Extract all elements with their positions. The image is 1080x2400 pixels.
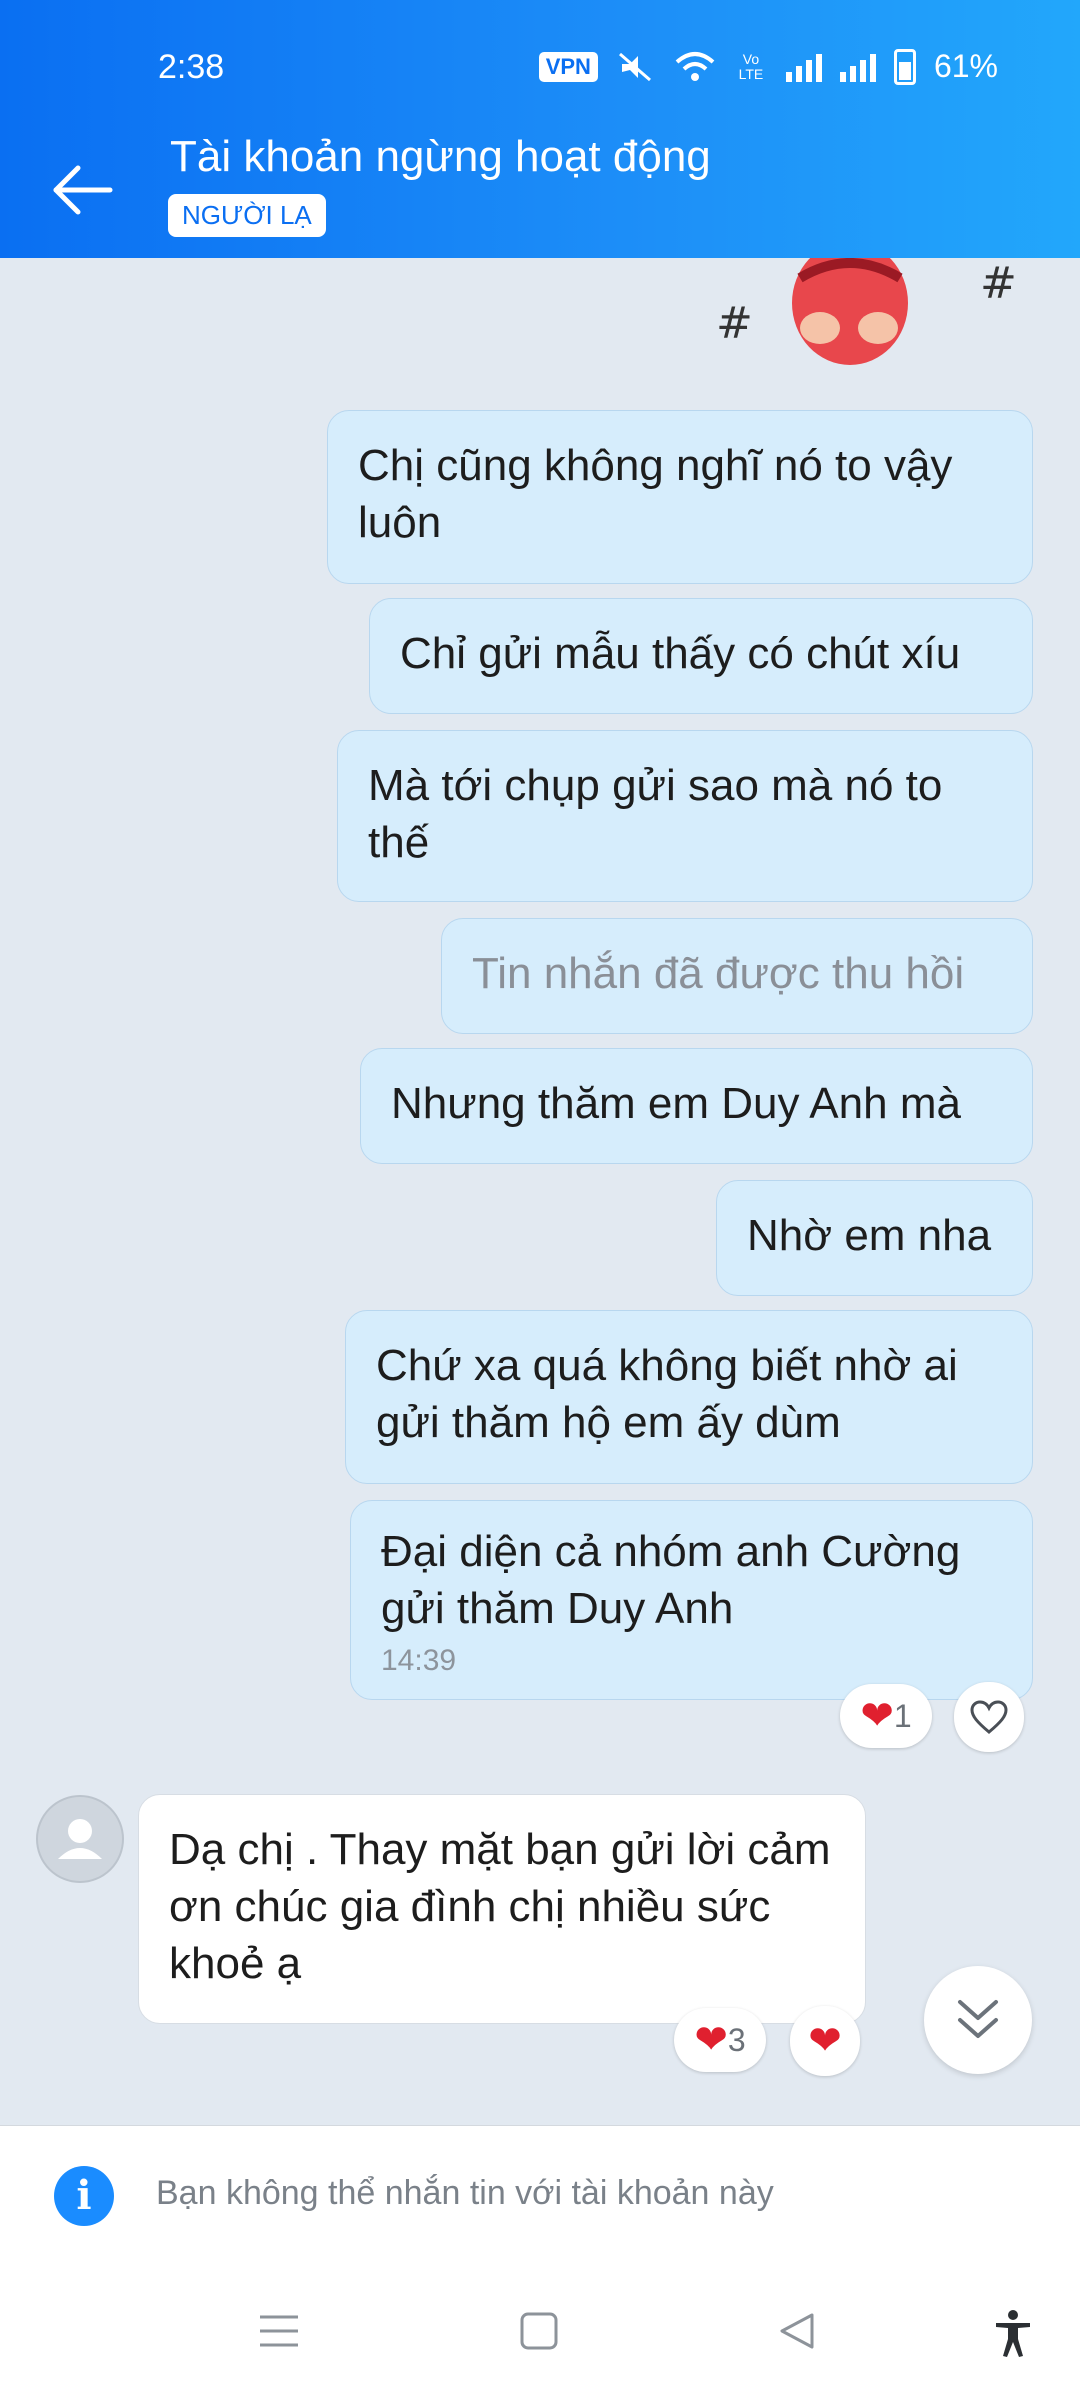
avatar[interactable] (36, 1795, 124, 1883)
message-text: Nhưng thăm em Duy Anh mà (391, 1079, 961, 1128)
reaction-count: 1 (893, 1697, 912, 1734)
stranger-badge: NGƯỜI LẠ (168, 194, 326, 237)
message-bubble-recalled[interactable]: Tin nhắn đã được thu hồi (441, 918, 1033, 1034)
svg-text:#: # (980, 258, 1017, 309)
reaction-count-badge[interactable]: ❤ 1 (840, 1684, 932, 1748)
battery-icon (893, 48, 916, 85)
message-text: Đại diện cả nhóm anh Cường gửi thăm Duy … (381, 1527, 961, 1633)
signal-icon (785, 52, 822, 82)
volte-icon: Vo LTE (738, 50, 764, 82)
message-timestamp: 14:39 (381, 1644, 457, 1677)
message-text: Mà tới chụp gửi sao mà nó to thế (368, 761, 943, 867)
system-navigation-bar (0, 2265, 1080, 2400)
heart-outline-icon (970, 1700, 1008, 1734)
accessibility-icon[interactable] (992, 2309, 1034, 2359)
react-button[interactable]: ❤ (790, 2006, 860, 2076)
signal-icon-2 (839, 52, 876, 82)
heart-icon: ❤ (694, 2018, 728, 2062)
status-icons: VPN Vo LTE 61% (538, 48, 998, 85)
recalled-message-text: Tin nhắn đã được thu hồi (472, 949, 965, 998)
message-text: Nhờ em nha (747, 1211, 992, 1260)
status-time: 2:38 (158, 48, 225, 86)
double-chevron-down-icon (958, 2000, 998, 2038)
heart-icon: ❤ (860, 1694, 894, 1738)
battery-level: 61% (933, 48, 998, 84)
message-text: Chỉ gửi mẫu thấy có chút xíu (400, 629, 961, 678)
message-text: Dạ chị . Thay mặt bạn gửi lời cảm ơn chú… (169, 1825, 831, 1988)
message-bubble-outgoing[interactable]: Mà tới chụp gửi sao mà nó to thế (337, 730, 1033, 902)
message-bubble-outgoing[interactable]: Chỉ gửi mẫu thấy có chút xíu (369, 598, 1033, 714)
back-icon[interactable] (776, 2309, 818, 2353)
scroll-to-bottom-button[interactable] (924, 1966, 1032, 2074)
mute-icon (618, 52, 651, 81)
wifi-icon (675, 51, 715, 81)
user-icon (58, 1819, 102, 1859)
cannot-message-notice: i Bạn không thể nhắn tin với tài khoản n… (0, 2125, 1080, 2266)
conversation-title[interactable]: Tài khoản ngừng hoạt động (170, 132, 711, 182)
message-text: Chứ xa quá không biết nhờ ai gửi thăm hộ… (376, 1341, 958, 1447)
message-text: Chị cũng không nghĩ nó to vậy luôn (358, 441, 953, 547)
message-bubble-outgoing[interactable]: Nhờ em nha (716, 1180, 1033, 1296)
sticker-image: # # (716, 258, 1017, 365)
notice-text: Bạn không thể nhắn tin với tài khoản này (156, 2174, 774, 2212)
header: 2:38 VPN Vo LTE 61% Tài khoản ngừng hoạt… (0, 0, 1080, 258)
message-bubble-outgoing[interactable]: Nhưng thăm em Duy Anh mà (360, 1048, 1033, 1164)
message-bubble-outgoing[interactable]: Đại diện cả nhóm anh Cường gửi thăm Duy … (350, 1500, 1033, 1700)
home-icon[interactable] (518, 2309, 560, 2353)
info-icon: i (54, 2166, 114, 2226)
message-bubble-incoming[interactable]: Dạ chị . Thay mặt bạn gửi lời cảm ơn chú… (138, 1794, 866, 2024)
vpn-icon: VPN (538, 51, 598, 82)
heart-icon: ❤ (808, 2019, 842, 2063)
message-bubble-outgoing[interactable]: Chị cũng không nghĩ nó to vậy luôn (327, 410, 1033, 584)
message-bubble-outgoing[interactable]: Chứ xa quá không biết nhờ ai gửi thăm hộ… (345, 1310, 1033, 1484)
reaction-count: 3 (727, 2021, 746, 2058)
menu-icon[interactable] (258, 2309, 300, 2353)
reaction-count-badge[interactable]: ❤ 3 (674, 2008, 766, 2072)
svg-text:#: # (716, 298, 753, 349)
react-button[interactable] (954, 1682, 1024, 1752)
back-arrow-icon[interactable] (48, 160, 118, 220)
